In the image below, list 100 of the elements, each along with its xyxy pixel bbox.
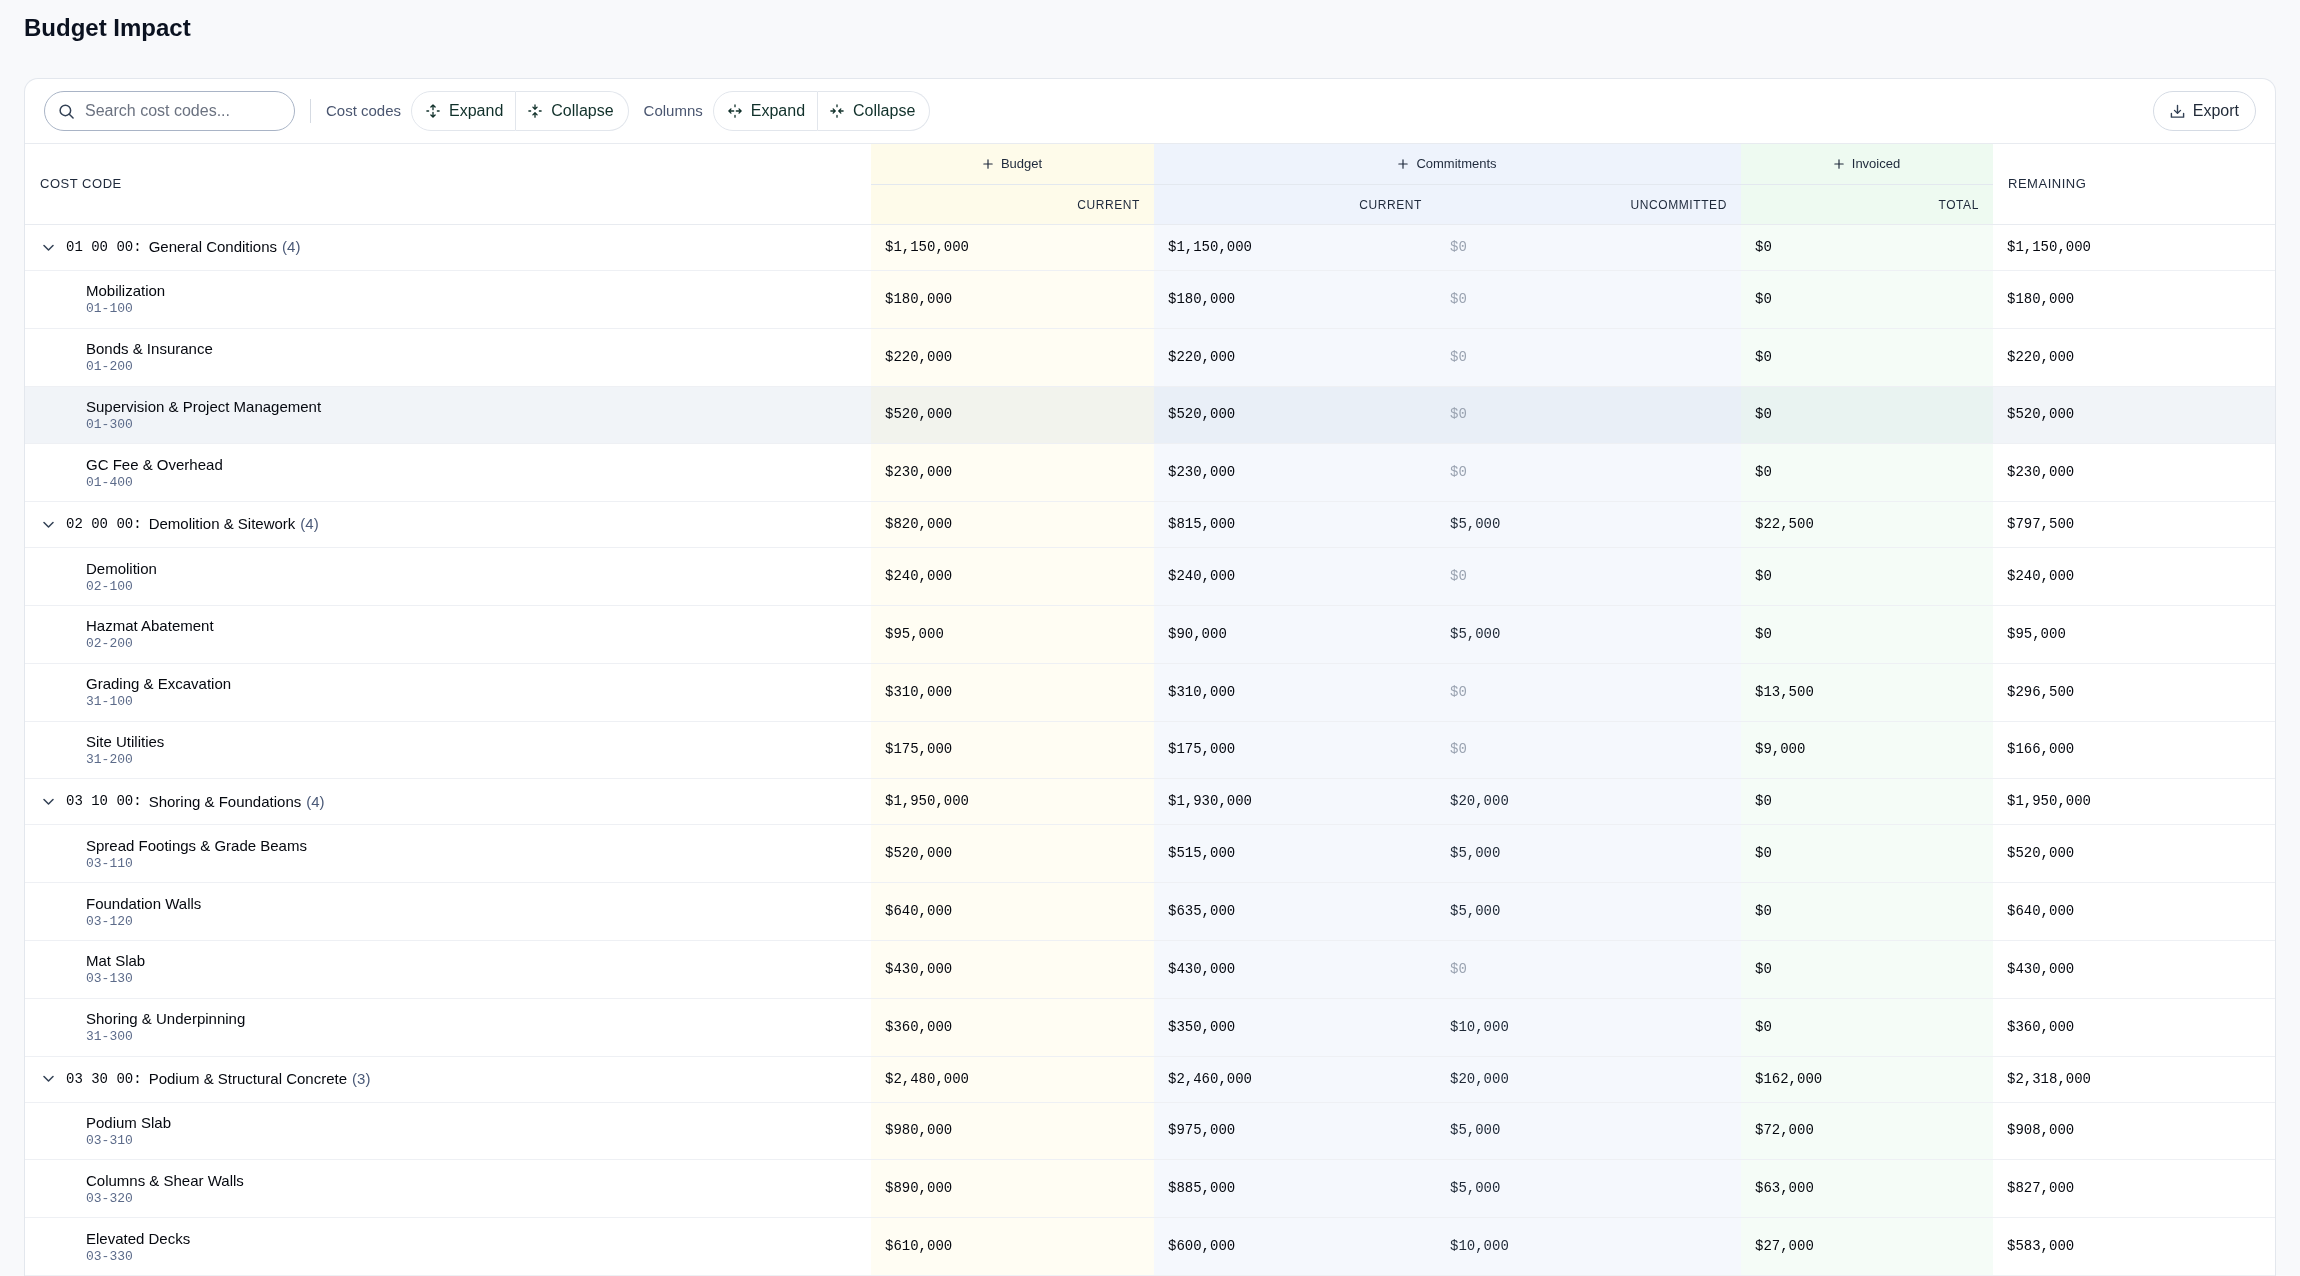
cost-code-name: Spread Footings & Grade Beams [86, 835, 307, 855]
table-cell: $220,000 [871, 328, 1154, 386]
group-code: 03 10 00: [66, 792, 142, 812]
expand-button[interactable]: Expand [411, 91, 517, 131]
table-cell: $240,000 [871, 548, 1154, 605]
table-cell: $0 [1436, 548, 1741, 605]
table-cell-text: $1,950,000 [2006, 792, 2092, 812]
chevron-down-icon[interactable] [43, 1075, 54, 1083]
cost-code-name: Mobilization [86, 281, 166, 301]
column-group-header[interactable]: Invoiced [1741, 144, 1993, 185]
table-cell: $610,000 [871, 1218, 1154, 1275]
table-cell: $0 [1436, 271, 1741, 328]
table-row[interactable]: Foundation Walls 03-120 $640,000 $635,000 $5,000 $0 $640,000 [25, 883, 2275, 941]
table-cell: $890,000 [871, 1160, 1154, 1218]
table-cell: $1,930,000 [1154, 779, 1436, 825]
table-cell: $980,000 [871, 1102, 1154, 1160]
chevron-down-icon[interactable] [43, 243, 54, 252]
table-row[interactable]: Mobilization 01-100 $180,000 $180,000 $0 $0 $180,000 [25, 271, 2275, 329]
table-cell: $20,000 [1436, 779, 1741, 825]
chevron-down-icon[interactable] [43, 520, 54, 529]
cost-code-number: 03-330 [86, 1247, 133, 1265]
table-cell: $885,000 [1154, 1160, 1436, 1218]
table-row[interactable]: Spread Footings & Grade Beams 03-110 $520,000 $515,000 $5,000 $0 $520,000 [25, 825, 2275, 884]
table-cell: $175,000 [871, 721, 1154, 779]
table-row[interactable]: Bonds & Insurance 01-200 $220,000 $220,000 $0 $0 $220,000 [25, 328, 2275, 387]
table-cell-text: $640,000 [2006, 902, 2076, 922]
table-cell-text: $827,000 [2006, 1179, 2076, 1199]
cost-code-number: 01-300 [86, 416, 133, 433]
chevron-down-icon[interactable] [43, 798, 54, 806]
table-cell: $0 [1741, 779, 1993, 825]
table-cell-text: $908,000 [2006, 1121, 2076, 1141]
cost-code-number: 03-120 [86, 912, 133, 930]
table-cell: $430,000 [1154, 940, 1436, 998]
collapse-button[interactable]: Collapse [516, 91, 629, 131]
table-cell-text: $1,150,000 [2006, 238, 2092, 257]
table-cell: $815,000 [1154, 502, 1436, 548]
column-header: REMAINING [2007, 175, 2088, 194]
table-cell: $95,000 [871, 606, 1154, 663]
plus-icon [1833, 159, 1844, 169]
collapse-button[interactable]: Collapse [818, 91, 931, 131]
cost-code-name: Demolition [86, 558, 157, 578]
cost-code-number: 03-130 [86, 970, 133, 988]
column-header: CURRENT [871, 185, 1154, 224]
table-row[interactable]: Site Utilities 31-200 $175,000 $175,000 $0 $9,000 $166,000 [25, 721, 2275, 780]
group-code: 02 00 00: [66, 515, 142, 535]
table-cell: $515,000 [1154, 825, 1436, 883]
table-row[interactable]: Demolition 02-100 $240,000 $240,000 $0 $0 $240,000 [25, 548, 2275, 606]
table-row[interactable]: GC Fee & Overhead 01-400 $230,000 $230,000 $0 $0 $230,000 [25, 444, 2275, 503]
column-group-header[interactable]: Budget [871, 144, 1154, 185]
table-cell: $230,000 [1154, 444, 1436, 502]
table-cell: $0 [1741, 883, 1993, 940]
table-row[interactable]: Columns & Shear Walls 03-320 $890,000 $885,000 $5,000 $63,000 $827,000 [25, 1160, 2275, 1219]
group-count: (4) [282, 237, 301, 258]
table-cell: $0 [1741, 444, 1993, 502]
group-name: Podium & Structural Concrete [148, 1068, 348, 1089]
search-field[interactable]: Search cost codes... [44, 91, 295, 131]
plus-icon [982, 159, 993, 169]
table-cell: $13,500 [1741, 663, 1993, 721]
table-cell: $162,000 [1741, 1056, 1993, 1102]
table-cell: $180,000 [1154, 271, 1436, 328]
table-cell-text: $2,318,000 [2006, 1069, 2092, 1089]
cost-code-name: Columns & Shear Walls [86, 1170, 244, 1190]
table-cell: $0 [1436, 663, 1741, 721]
table-row[interactable]: Grading & Excavation 31-100 $310,000 $310,000 $0 $13,500 $296,500 [25, 663, 2275, 722]
table-cell: $520,000 [1154, 386, 1436, 444]
table-cell: $0 [1436, 328, 1741, 386]
table-row[interactable]: Mat Slab 03-130 $430,000 $430,000 $0 $0 $430,000 [25, 940, 2275, 999]
search-icon [59, 103, 74, 119]
column-group-header[interactable]: Commitments [1154, 144, 1741, 185]
cost-code-name: Shoring & Underpinning [86, 1009, 246, 1029]
table-row[interactable]: Elevated Decks 03-330 $610,000 $600,000 $10,000 $27,000 $583,000 [25, 1218, 2275, 1276]
table-cell: $5,000 [1436, 1160, 1741, 1218]
table-row[interactable]: Supervision & Project Management 01-300 $520,000 $520,000 $0 $0 $520,000 [25, 386, 2275, 445]
table-cell: $0 [1741, 271, 1993, 328]
cost-code-number: 02-100 [86, 577, 133, 595]
table-cell: $1,150,000 [1154, 225, 1436, 270]
export-button[interactable]: Export [2152, 91, 2256, 131]
table-row[interactable]: Hazmat Abatement 02-200 $95,000 $90,000 $5,000 $0 $95,000 [25, 606, 2275, 664]
column-header: CURRENT [1154, 185, 1436, 224]
table-cell: $20,000 [1436, 1056, 1741, 1102]
table-cell: $5,000 [1436, 606, 1741, 663]
table-cell-text: $583,000 [2006, 1237, 2076, 1257]
cost-code-number: 01-400 [86, 473, 133, 491]
table-cell: $0 [1741, 825, 1993, 883]
table-row[interactable]: Shoring & Underpinning 31-300 $360,000 $350,000 $10,000 $0 $360,000 [25, 998, 2275, 1057]
cost-code-name: Hazmat Abatement [86, 616, 214, 636]
table-row[interactable]: Podium Slab 03-310 $980,000 $975,000 $5,000 $72,000 $908,000 [25, 1102, 2275, 1161]
table-cell-text: $430,000 [2006, 959, 2076, 979]
table-cell: $0 [1436, 225, 1741, 270]
group-count: (4) [300, 514, 319, 535]
table-cell-text: $95,000 [2006, 624, 2067, 644]
table-cell-text: $520,000 [2006, 405, 2076, 425]
table-cell: $0 [1436, 940, 1741, 998]
table-cell: $5,000 [1436, 883, 1741, 940]
column-header: TOTAL [1741, 185, 1993, 224]
table-cell: $2,460,000 [1154, 1056, 1436, 1102]
table-cell: $350,000 [1154, 998, 1436, 1056]
expand-button[interactable]: Expand [712, 91, 819, 131]
table-cell: $10,000 [1436, 998, 1741, 1056]
table-cell-text: $520,000 [2006, 844, 2076, 864]
